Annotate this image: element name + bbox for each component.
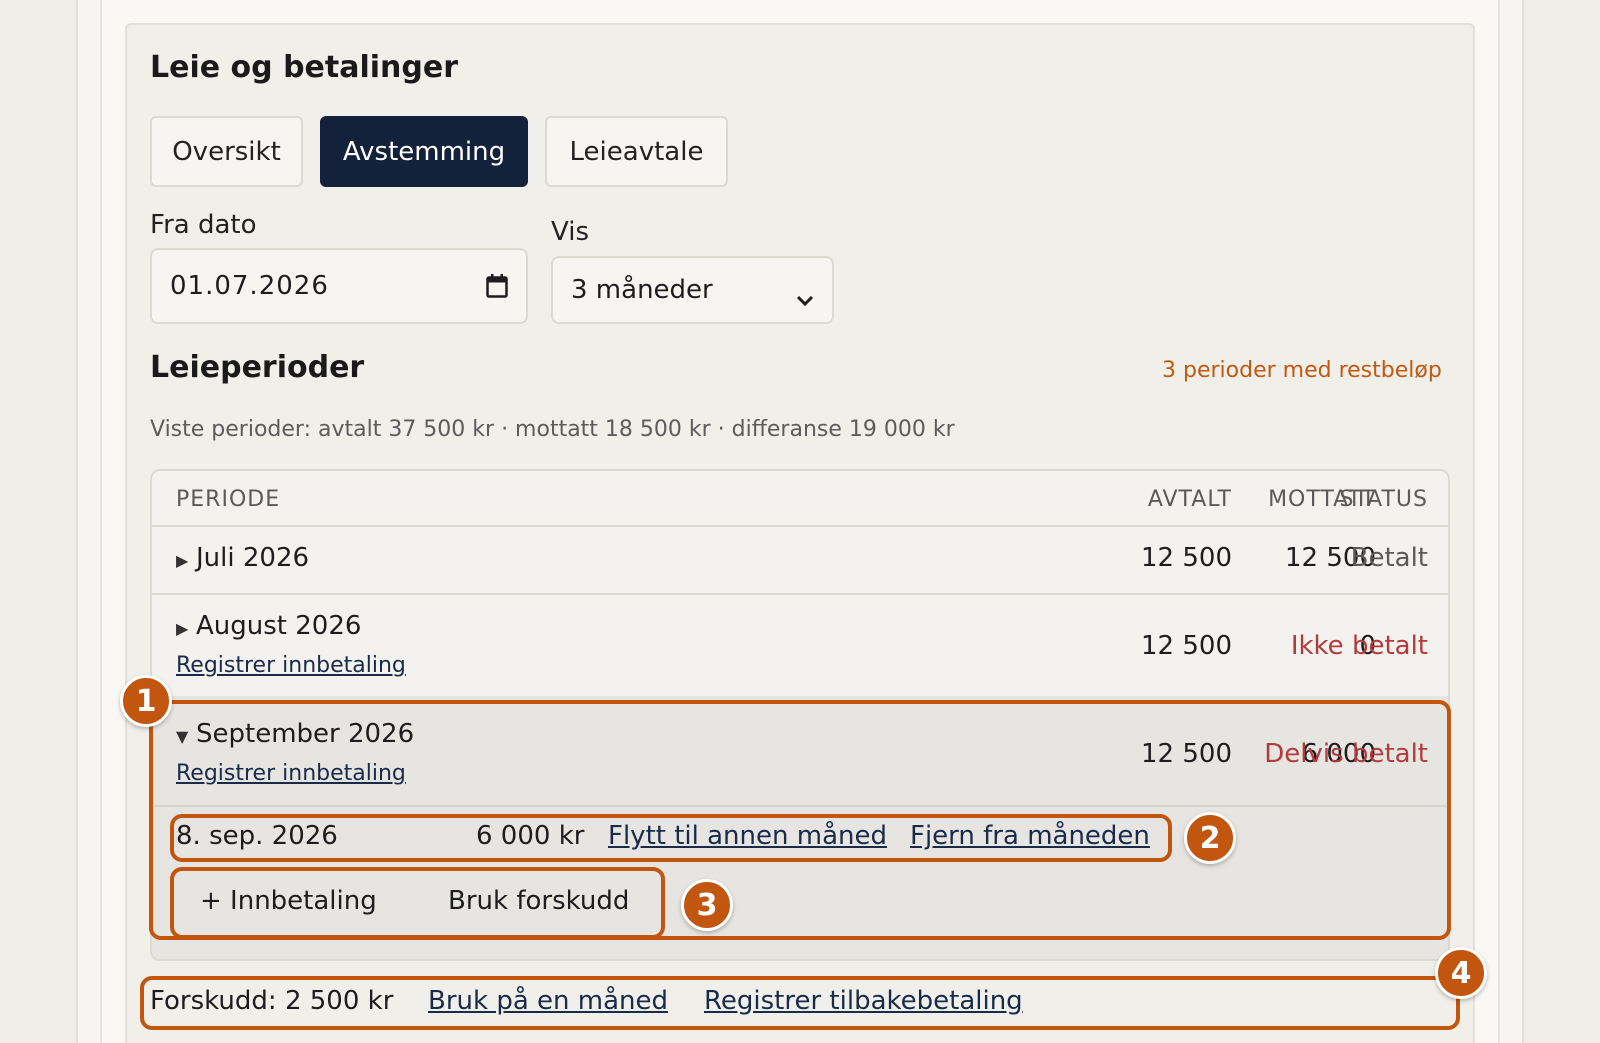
annotation-badge-4: 4 xyxy=(1435,947,1487,999)
row-period: Juli 2026 xyxy=(196,543,310,573)
from-date-value: 01.07.2026 xyxy=(170,271,329,301)
highlight-box-3 xyxy=(170,867,665,939)
periods-summary: Viste perioder: avtalt 37 500 kr · motta… xyxy=(150,417,955,442)
page-title: Leie og betalinger xyxy=(150,50,459,85)
from-date-input[interactable]: 01.07.2026 xyxy=(150,248,528,324)
table-row[interactable]: ▶ Juli 2026 xyxy=(176,543,309,573)
tab-leieavtale[interactable]: Leieavtale xyxy=(545,116,728,187)
remaining-warning: 3 perioder med restbeløp xyxy=(1162,358,1442,383)
row-period: August 2026 xyxy=(196,611,362,641)
annotation-badge-1: 1 xyxy=(120,675,172,727)
periods-title: Leieperioder xyxy=(150,350,365,385)
table-row[interactable]: ▶ August 2026 xyxy=(176,611,361,641)
status-badge: Betalt xyxy=(1350,543,1428,573)
chevron-down-icon xyxy=(796,284,814,307)
calendar-icon[interactable] xyxy=(486,274,508,298)
period-select[interactable]: 3 måneder xyxy=(551,256,834,324)
col-period: PERIODE xyxy=(176,487,281,512)
period-select-value: 3 måneder xyxy=(571,275,713,305)
status-badge: Ikke betalt xyxy=(1290,631,1428,661)
header-divider xyxy=(152,525,1448,527)
from-date-label: Fra dato xyxy=(150,210,257,240)
annotation-badge-3: 3 xyxy=(681,879,733,931)
tab-oversikt[interactable]: Oversikt xyxy=(150,116,303,187)
caret-right-icon: ▶ xyxy=(176,551,189,570)
col-status: STATUS xyxy=(1339,487,1428,512)
highlight-box-4 xyxy=(140,976,1460,1030)
show-label: Vis xyxy=(551,217,589,247)
row-divider xyxy=(152,593,1448,595)
annotation-badge-2: 2 xyxy=(1184,812,1236,864)
tab-avstemming[interactable]: Avstemming xyxy=(320,116,528,187)
register-payment-link[interactable]: Registrer innbetaling xyxy=(176,653,406,678)
highlight-box-2 xyxy=(170,814,1172,862)
caret-right-icon: ▶ xyxy=(176,619,189,638)
